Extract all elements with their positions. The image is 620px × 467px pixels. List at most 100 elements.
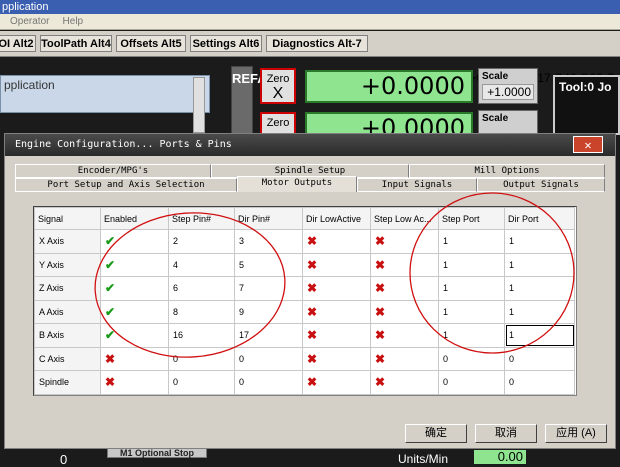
table-header: Signal Enabled Step Pin# Dir Pin# Dir Lo… [34, 207, 575, 230]
enabled-cell[interactable]: ✔ [100, 229, 169, 254]
dir-port-cell[interactable]: 1 [504, 229, 575, 254]
tab-input-signals[interactable]: Input Signals [357, 178, 477, 192]
step-pin-cell[interactable]: 0 [168, 346, 235, 371]
tab-motor-outputs[interactable]: Motor Outputs [237, 176, 357, 192]
tab-diagnostics[interactable]: Diagnostics Alt-7 [266, 35, 368, 52]
step-pin-cell[interactable]: 8 [168, 299, 235, 324]
dir-pin-cell[interactable]: 0 [234, 346, 303, 371]
col-enabled[interactable]: Enabled [100, 207, 169, 230]
dir-low-active-cell[interactable]: ✖ [302, 252, 371, 277]
step-pin-cell[interactable]: 16 [168, 323, 235, 348]
step-port-cell[interactable]: 1 [438, 252, 505, 277]
dir-pin-cell[interactable]: 9 [234, 299, 303, 324]
tab-toolpath[interactable]: ToolPath Alt4 [40, 35, 112, 52]
step-low-active-cell[interactable]: ✖ [370, 276, 439, 301]
table-row[interactable]: X Axis ✔ 2 3 ✖ ✖ 1 1 [34, 229, 575, 254]
scale-value[interactable]: +1.0000 [482, 84, 534, 100]
signal-name[interactable]: C Axis [34, 346, 101, 371]
step-pin-cell[interactable]: 2 [168, 229, 235, 254]
dir-port-cell[interactable]: 1 [504, 323, 575, 348]
step-port-cell[interactable]: 1 [438, 229, 505, 254]
step-pin-cell[interactable]: 0 [168, 370, 235, 395]
program-scrollbar[interactable] [193, 77, 205, 133]
dir-port-cell[interactable]: 0 [504, 370, 575, 395]
signal-name[interactable]: Y Axis [34, 252, 101, 277]
app-title-bar: pplication [0, 0, 620, 14]
step-port-cell[interactable]: 1 [438, 276, 505, 301]
cross-icon: ✖ [105, 351, 116, 366]
table-row[interactable]: Y Axis ✔ 4 5 ✖ ✖ 1 1 [34, 252, 575, 277]
dialog-title-bar[interactable]: Engine Configuration... Ports & Pins ✕ [5, 134, 615, 156]
step-port-cell[interactable]: 0 [438, 346, 505, 371]
ok-button[interactable]: 确定 [405, 424, 467, 443]
step-port-cell[interactable]: 1 [438, 323, 505, 348]
enabled-cell[interactable]: ✖ [100, 346, 169, 371]
enabled-cell[interactable]: ✔ [100, 299, 169, 324]
table-row[interactable]: Spindle ✖ 0 0 ✖ ✖ 0 0 [34, 370, 575, 395]
tab-offsets[interactable]: Offsets Alt5 [116, 35, 186, 52]
tab-settings[interactable]: Settings Alt6 [190, 35, 262, 52]
dir-low-active-cell[interactable]: ✖ [302, 229, 371, 254]
tab-port-setup[interactable]: Port Setup and Axis Selection [15, 178, 237, 192]
close-icon[interactable]: ✕ [573, 136, 603, 153]
dir-port-cell[interactable]: 1 [504, 252, 575, 277]
col-step-pin[interactable]: Step Pin# [168, 207, 235, 230]
table-row[interactable]: Z Axis ✔ 6 7 ✖ ✖ 1 1 [34, 276, 575, 301]
menu-help[interactable]: Help [63, 14, 84, 30]
dir-port-cell[interactable]: 1 [504, 299, 575, 324]
col-dir-pin[interactable]: Dir Pin# [234, 207, 303, 230]
dir-pin-cell[interactable]: 7 [234, 276, 303, 301]
cancel-button[interactable]: 取消 [475, 424, 537, 443]
dir-low-active-cell[interactable]: ✖ [302, 276, 371, 301]
table-row[interactable]: A Axis ✔ 8 9 ✖ ✖ 1 1 [34, 299, 575, 324]
dir-port-cell[interactable]: 1 [504, 276, 575, 301]
apply-button[interactable]: 应用 (A) [545, 424, 607, 443]
enabled-cell[interactable]: ✔ [100, 276, 169, 301]
enabled-cell[interactable]: ✔ [100, 323, 169, 348]
dir-low-active-cell[interactable]: ✖ [302, 323, 371, 348]
cross-icon: ✖ [375, 234, 386, 249]
zero-x-button[interactable]: Zero X [260, 68, 296, 104]
col-dir-low-active[interactable]: Dir LowActive [302, 207, 371, 230]
table-row[interactable]: C Axis ✖ 0 0 ✖ ✖ 0 0 [34, 346, 575, 371]
step-pin-cell[interactable]: 4 [168, 252, 235, 277]
step-low-active-cell[interactable]: ✖ [370, 370, 439, 395]
step-low-active-cell[interactable]: ✖ [370, 346, 439, 371]
dir-pin-cell[interactable]: 3 [234, 229, 303, 254]
signal-name[interactable]: Spindle [34, 370, 101, 395]
tab-encoder-mpg[interactable]: Encoder/MPG's [15, 164, 211, 178]
step-port-cell[interactable]: 1 [438, 299, 505, 324]
signal-name[interactable]: B Axis [34, 323, 101, 348]
step-low-active-cell[interactable]: ✖ [370, 299, 439, 324]
dir-pin-cell[interactable]: 5 [234, 252, 303, 277]
step-low-active-cell[interactable]: ✖ [370, 323, 439, 348]
step-low-active-cell[interactable]: ✖ [370, 229, 439, 254]
col-step-low-active[interactable]: Step Low Ac... [370, 207, 439, 230]
dir-pin-cell[interactable]: 0 [234, 370, 303, 395]
col-dir-port[interactable]: Dir Port [504, 207, 575, 230]
dir-low-active-cell[interactable]: ✖ [302, 346, 371, 371]
enabled-cell[interactable]: ✔ [100, 252, 169, 277]
step-low-active-cell[interactable]: ✖ [370, 252, 439, 277]
step-pin-cell[interactable]: 6 [168, 276, 235, 301]
table-row[interactable]: B Axis ✔ 16 17 ✖ ✖ 1 1 [34, 323, 575, 348]
col-signal[interactable]: Signal [34, 207, 101, 230]
step-port-cell[interactable]: 0 [438, 370, 505, 395]
app-tab-bar: OI Alt2 ToolPath Alt4 Offsets Alt5 Setti… [0, 31, 620, 85]
signal-name[interactable]: X Axis [34, 229, 101, 254]
dir-pin-cell[interactable]: 17 [234, 323, 303, 348]
dir-low-active-cell[interactable]: ✖ [302, 299, 371, 324]
tab-output-signals[interactable]: Output Signals [477, 178, 605, 192]
col-step-port[interactable]: Step Port [438, 207, 505, 230]
program-title: pplication [4, 78, 55, 92]
menu-operator[interactable]: Operator [10, 14, 49, 30]
dro-x[interactable]: +0.0000 [305, 70, 473, 103]
enabled-cell[interactable]: ✖ [100, 370, 169, 395]
signal-name[interactable]: Z Axis [34, 276, 101, 301]
signal-name[interactable]: A Axis [34, 299, 101, 324]
dir-low-active-cell[interactable]: ✖ [302, 370, 371, 395]
dir-port-cell[interactable]: 0 [504, 346, 575, 371]
tab-alt2[interactable]: OI Alt2 [0, 35, 36, 52]
tab-mill-options[interactable]: Mill Options [409, 164, 605, 178]
zero-axis-label: X [272, 85, 284, 102]
